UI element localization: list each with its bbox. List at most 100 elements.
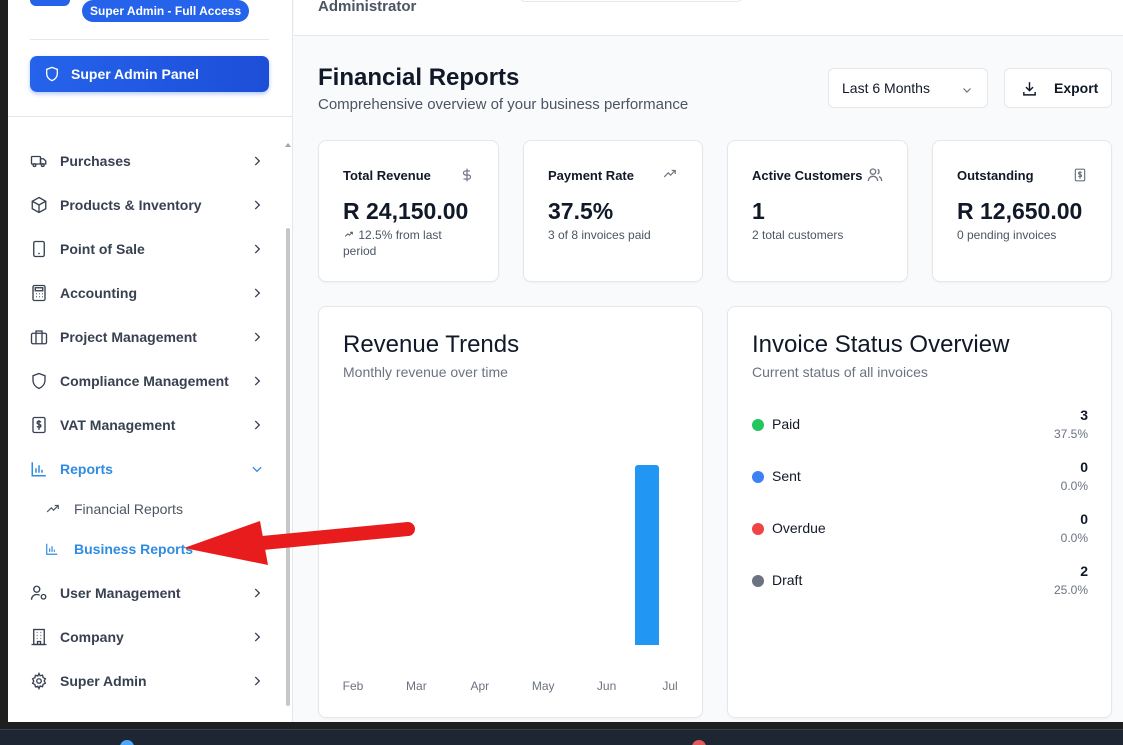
sidebar-item-label: Reports — [60, 461, 113, 477]
chevron-right-icon — [254, 156, 261, 166]
status-percent: 0.0% — [1060, 479, 1088, 493]
sidebar-item-purchases[interactable]: Purchases — [30, 145, 270, 177]
stat-value: R 24,150.00 — [343, 198, 469, 224]
divider — [8, 116, 293, 117]
sidebar-item-user-management[interactable]: User Management — [30, 577, 270, 609]
sidebar-item-project-management[interactable]: Project Management — [30, 321, 270, 353]
stat-label: Total Revenue — [343, 168, 431, 183]
sidebar: Super Admin - Full Access Super Admin Pa… — [8, 0, 293, 722]
status-row-paid: Paid 3 37.5% — [752, 407, 1088, 447]
stat-card-active-customers: Active Customers 1 2 total customers — [727, 140, 908, 282]
sidebar-item-label: Project Management — [60, 329, 197, 345]
sidebar-item-company[interactable]: Company — [30, 621, 270, 653]
sidebar-item-compliance-management[interactable]: Compliance Management — [30, 365, 270, 397]
app-window: Super Admin - Full Access Super Admin Pa… — [8, 0, 1123, 722]
page-title: Financial Reports — [318, 64, 520, 91]
taskbar-app-icon[interactable] — [692, 740, 706, 745]
chevron-right-icon — [254, 676, 261, 686]
download-icon — [1023, 81, 1036, 96]
export-label: Export — [1054, 80, 1099, 96]
role-badge: Super Admin - Full Access — [82, 0, 250, 22]
taskbar-app-icon[interactable] — [120, 740, 134, 745]
stat-value: R 12,650.00 — [957, 198, 1083, 224]
stat-note: 12.5% from last period — [343, 227, 473, 259]
stat-card-total-revenue: Total Revenue R 24,150.00 12.5% from las… — [318, 140, 499, 282]
annotation-arrow — [184, 521, 415, 565]
divider — [30, 39, 269, 40]
stat-value: 37.5% — [548, 198, 614, 224]
chevron-right-icon — [254, 288, 261, 298]
trending-up-icon — [44, 502, 62, 516]
stat-card-payment-rate: Payment Rate 37.5% 3 of 8 invoices paid — [523, 140, 703, 282]
sidebar-scrollbar[interactable] — [286, 228, 290, 706]
sidebar-item-label: Purchases — [60, 153, 131, 169]
x-axis-tick: Feb — [342, 679, 364, 693]
sidebar-item-point-of-sale[interactable]: Point of Sale — [30, 233, 270, 265]
period-select[interactable]: Last 6 Months — [828, 68, 988, 108]
status-percent: 25.0% — [1053, 583, 1088, 597]
panel-subtitle: Monthly revenue over time — [343, 364, 508, 380]
period-select-value: Last 6 Months — [842, 80, 930, 96]
sidebar-item-label: Company — [60, 629, 124, 645]
stat-label: Active Customers — [752, 168, 863, 183]
dollar-icon — [462, 168, 472, 182]
receipt-dollar-icon — [1074, 168, 1086, 182]
stat-note: 0 pending invoices — [957, 228, 1057, 242]
stat-label: Outstanding — [957, 168, 1034, 183]
sidebar-item-products-inventory[interactable]: Products & Inventory — [30, 189, 270, 221]
status-row-sent: Sent 0 0.0% — [752, 459, 1088, 499]
sidebar-item-label: User Management — [60, 585, 181, 601]
status-name: Draft — [772, 572, 803, 588]
x-axis-tick: May — [531, 679, 555, 693]
receipt-dollar-icon — [30, 416, 48, 434]
search-input[interactable] — [519, 0, 743, 2]
stat-note: 3 of 8 invoices paid — [548, 228, 651, 242]
stat-label: Payment Rate — [548, 168, 634, 183]
panel-title: Revenue Trends — [343, 331, 520, 358]
building-icon — [30, 628, 48, 646]
sidebar-item-label: Accounting — [60, 285, 137, 301]
status-name: Paid — [772, 416, 801, 432]
chevron-right-icon — [254, 420, 261, 430]
status-count: 2 — [1080, 563, 1088, 579]
sidebar-subitem-business-reports[interactable]: Business Reports — [44, 535, 193, 563]
sidebar-item-vat-management[interactable]: VAT Management — [30, 409, 270, 441]
super-admin-panel-button[interactable]: Super Admin Panel — [30, 56, 269, 92]
status-percent: 0.0% — [1060, 531, 1088, 545]
stat-card-outstanding: Outstanding R 12,650.00 0 pending invoic… — [932, 140, 1112, 282]
status-dot — [752, 523, 764, 535]
sidebar-item-reports[interactable]: Reports — [30, 453, 270, 485]
briefcase-icon — [30, 328, 48, 346]
x-axis-tick: Mar — [406, 679, 427, 693]
sidebar-item-label: Products & Inventory — [60, 197, 202, 213]
status-name: Sent — [772, 468, 801, 484]
status-count: 0 — [1080, 459, 1088, 475]
users-icon — [867, 168, 883, 182]
x-axis-tick: Jul — [662, 679, 678, 693]
sidebar-item-accounting[interactable]: Accounting — [30, 277, 270, 309]
sidebar-item-label: Super Admin — [60, 673, 147, 689]
export-button[interactable]: Export — [1004, 68, 1112, 108]
chevron-right-icon — [254, 376, 261, 386]
box-icon — [30, 196, 48, 214]
user-cog-icon — [30, 584, 48, 602]
chart-bar[interactable] — [635, 465, 659, 645]
x-axis-tick: Apr — [470, 679, 490, 693]
revenue-trends-panel: Revenue Trends Monthly revenue over time… — [318, 306, 703, 718]
top-header: Administrator — [294, 0, 1123, 36]
chevron-down-icon — [963, 88, 971, 93]
taskbar — [0, 729, 1123, 745]
sidebar-item-label: Point of Sale — [60, 241, 145, 257]
sidebar-item-label: Compliance Management — [60, 373, 229, 389]
sidebar-subitem-financial-reports[interactable]: Financial Reports — [44, 495, 183, 523]
sidebar-subitem-label: Financial Reports — [74, 501, 183, 517]
super-admin-panel-label: Super Admin Panel — [71, 66, 199, 82]
status-row-draft: Draft 2 25.0% — [752, 563, 1088, 603]
stat-value: 1 — [752, 198, 765, 224]
sidebar-item-super-admin[interactable]: Super Admin — [30, 665, 270, 697]
chevron-down-icon — [252, 466, 262, 473]
scroll-up-arrow[interactable] — [285, 143, 291, 147]
shield-icon — [30, 372, 48, 390]
logo — [30, 0, 70, 6]
sidebar-item-label: VAT Management — [60, 417, 176, 433]
